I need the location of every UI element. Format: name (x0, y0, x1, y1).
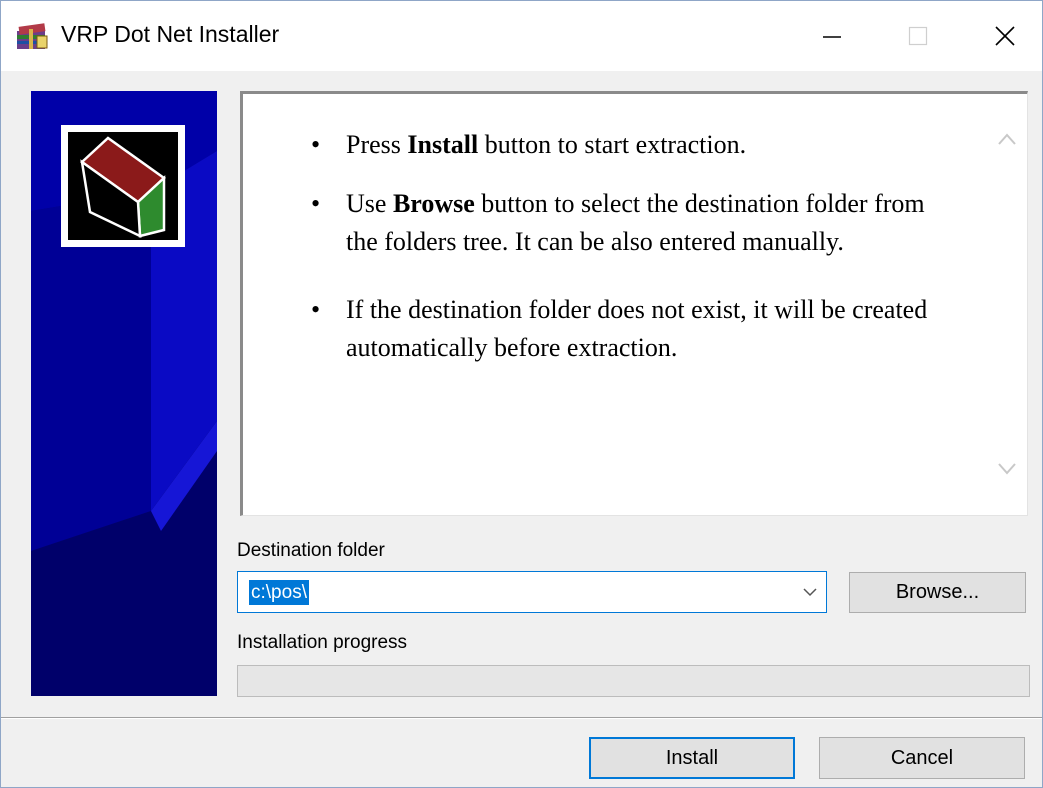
package-logo (61, 125, 185, 247)
installation-progress-label: Installation progress (237, 632, 408, 653)
footer-divider (1, 717, 1042, 719)
installer-body: Press Install button to start extraction… (1, 71, 1042, 787)
window-title: VRP Dot Net Installer (61, 21, 280, 47)
maximize-button[interactable] (872, 1, 964, 71)
instruction-item: If the destination folder does not exist… (311, 291, 951, 367)
instructions-list: Press Install button to start extraction… (311, 126, 951, 388)
instruction-item: Press Install button to start extraction… (311, 126, 951, 164)
installer-window: VRP Dot Net Installer • Press Install bu… (0, 0, 1043, 788)
chevron-down-icon[interactable] (802, 584, 818, 600)
browse-button[interactable]: Browse... (849, 572, 1026, 613)
installation-progress-bar (237, 665, 1030, 697)
cancel-button[interactable]: Cancel (819, 737, 1025, 779)
winrar-archive-icon (17, 23, 48, 49)
close-button[interactable] (959, 1, 1043, 71)
close-icon (995, 26, 1015, 46)
scroll-down-icon[interactable] (997, 462, 1017, 476)
destination-folder-label: Destination folder (237, 540, 385, 561)
instruction-item: Use Browse button to select the destinat… (311, 185, 951, 261)
install-button[interactable]: Install (589, 737, 795, 779)
destination-folder-combobox[interactable]: c:\pos\ (237, 571, 827, 613)
title-bar[interactable]: VRP Dot Net Installer (1, 1, 1042, 71)
installer-banner (31, 91, 217, 696)
scroll-up-icon[interactable] (997, 132, 1017, 146)
maximize-icon (908, 26, 928, 46)
package-box-icon (80, 136, 166, 239)
minimize-button[interactable] (786, 1, 878, 71)
instructions-panel[interactable]: Press Install button to start extraction… (240, 91, 1028, 516)
destination-folder-value[interactable]: c:\pos\ (249, 580, 309, 605)
minimize-icon (823, 36, 841, 38)
